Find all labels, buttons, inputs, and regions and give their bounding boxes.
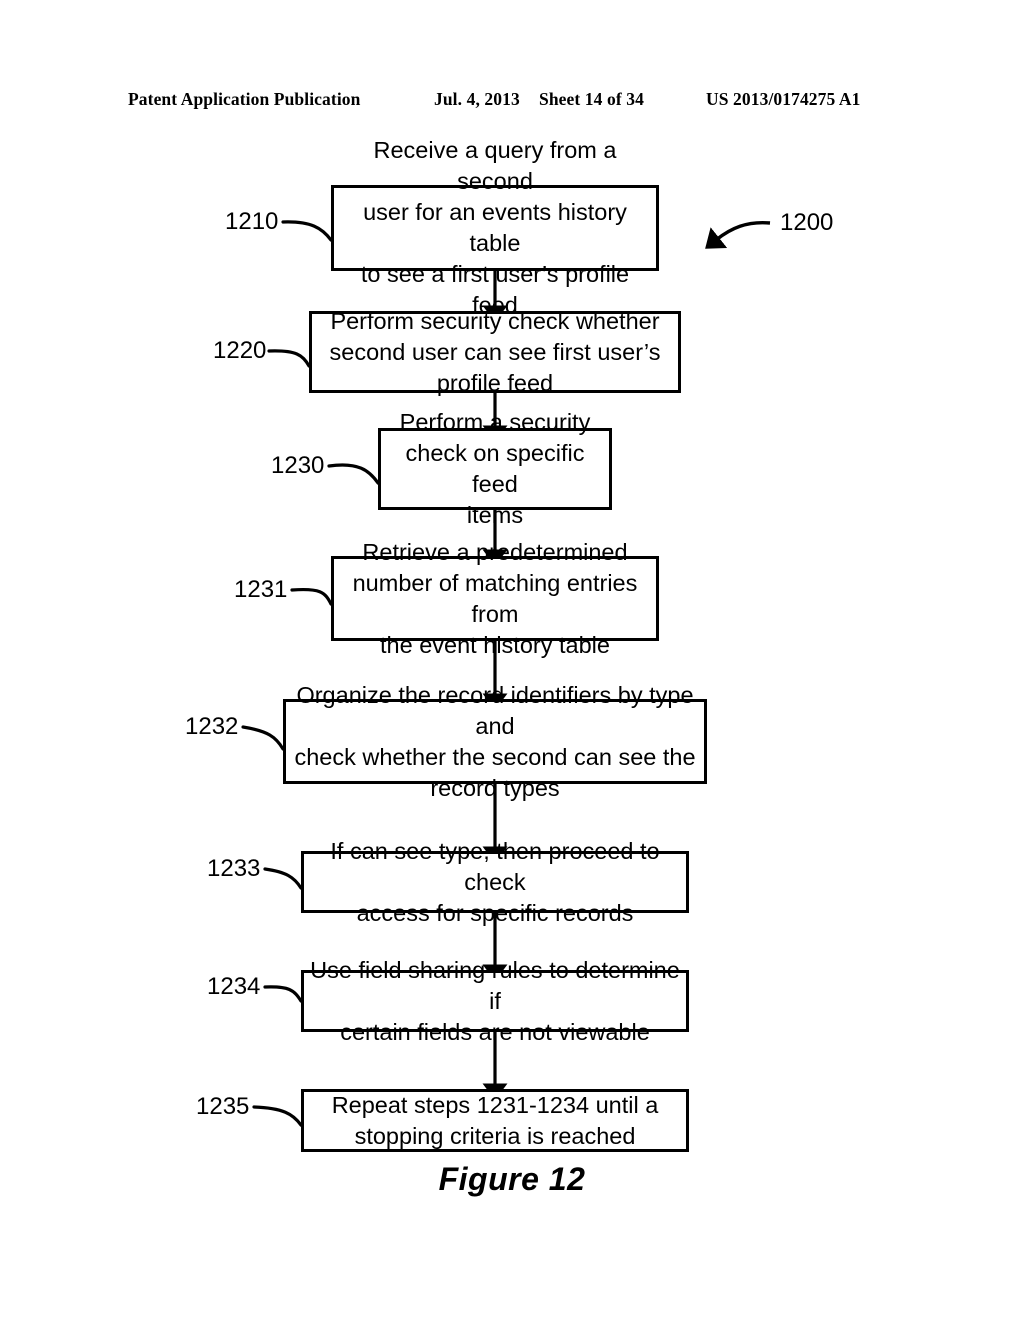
leader-line-1230	[327, 463, 380, 485]
flow-node-1234-text: Use field sharing rules to determine if …	[310, 956, 680, 1045]
flow-node-1230-text: Perform a security check on specific fee…	[399, 409, 591, 528]
ref-label-1200: 1200	[780, 209, 834, 236]
flow-node-1234: Use field sharing rules to determine if …	[301, 957, 689, 1045]
leader-line-1232	[241, 725, 285, 751]
flow-node-1210: Receive a query from a second user for a…	[331, 137, 659, 318]
flow-node-1232-text: Organize the record identifiers by type …	[294, 681, 696, 801]
leader-line-1210	[281, 220, 333, 242]
flow-node-1235: Repeat steps 1231-1234 until a stopping …	[301, 1089, 689, 1152]
ref-label-1234: 1234	[207, 973, 261, 1000]
ref-label-1230: 1230	[271, 452, 325, 479]
figure-caption: Figure 12	[438, 1161, 586, 1197]
flow-node-1231-text: Retrieve a predetermined number of match…	[352, 538, 638, 658]
diagram-ref-pointer-arrow	[705, 220, 771, 249]
leader-line-1235	[252, 1105, 303, 1127]
flow-node-1233-text: If can see type, then proceed to check a…	[330, 837, 660, 926]
ref-label-1210: 1210	[225, 208, 279, 235]
flow-node-1210-text: Receive a query from a second user for a…	[360, 137, 630, 318]
ref-label-1231: 1231	[234, 576, 288, 603]
flowchart-diagram: 1210 1220 1230 1231 1232 1233 1234 1235 …	[0, 0, 1024, 1320]
leader-line-1233	[263, 867, 303, 890]
ref-label-1220: 1220	[213, 337, 267, 364]
leader-line-1234	[263, 985, 303, 1003]
leader-line-1231	[290, 587, 333, 606]
flow-node-1220-text: Perform security check whether second us…	[329, 307, 661, 396]
flow-node-1231: Retrieve a predetermined number of match…	[331, 539, 659, 658]
leader-line-1220	[267, 349, 311, 368]
ref-label-1232: 1232	[185, 713, 239, 740]
flow-node-1233: If can see type, then proceed to check a…	[301, 838, 689, 926]
ref-label-1233: 1233	[207, 855, 261, 882]
flow-node-1220: Perform security check whether second us…	[309, 308, 681, 396]
ref-label-1235: 1235	[196, 1093, 250, 1120]
flow-node-1230: Perform a security check on specific fee…	[378, 409, 612, 528]
flow-node-1235-text: Repeat steps 1231-1234 until a stopping …	[331, 1091, 659, 1149]
flow-node-1232: Organize the record identifiers by type …	[283, 682, 707, 801]
